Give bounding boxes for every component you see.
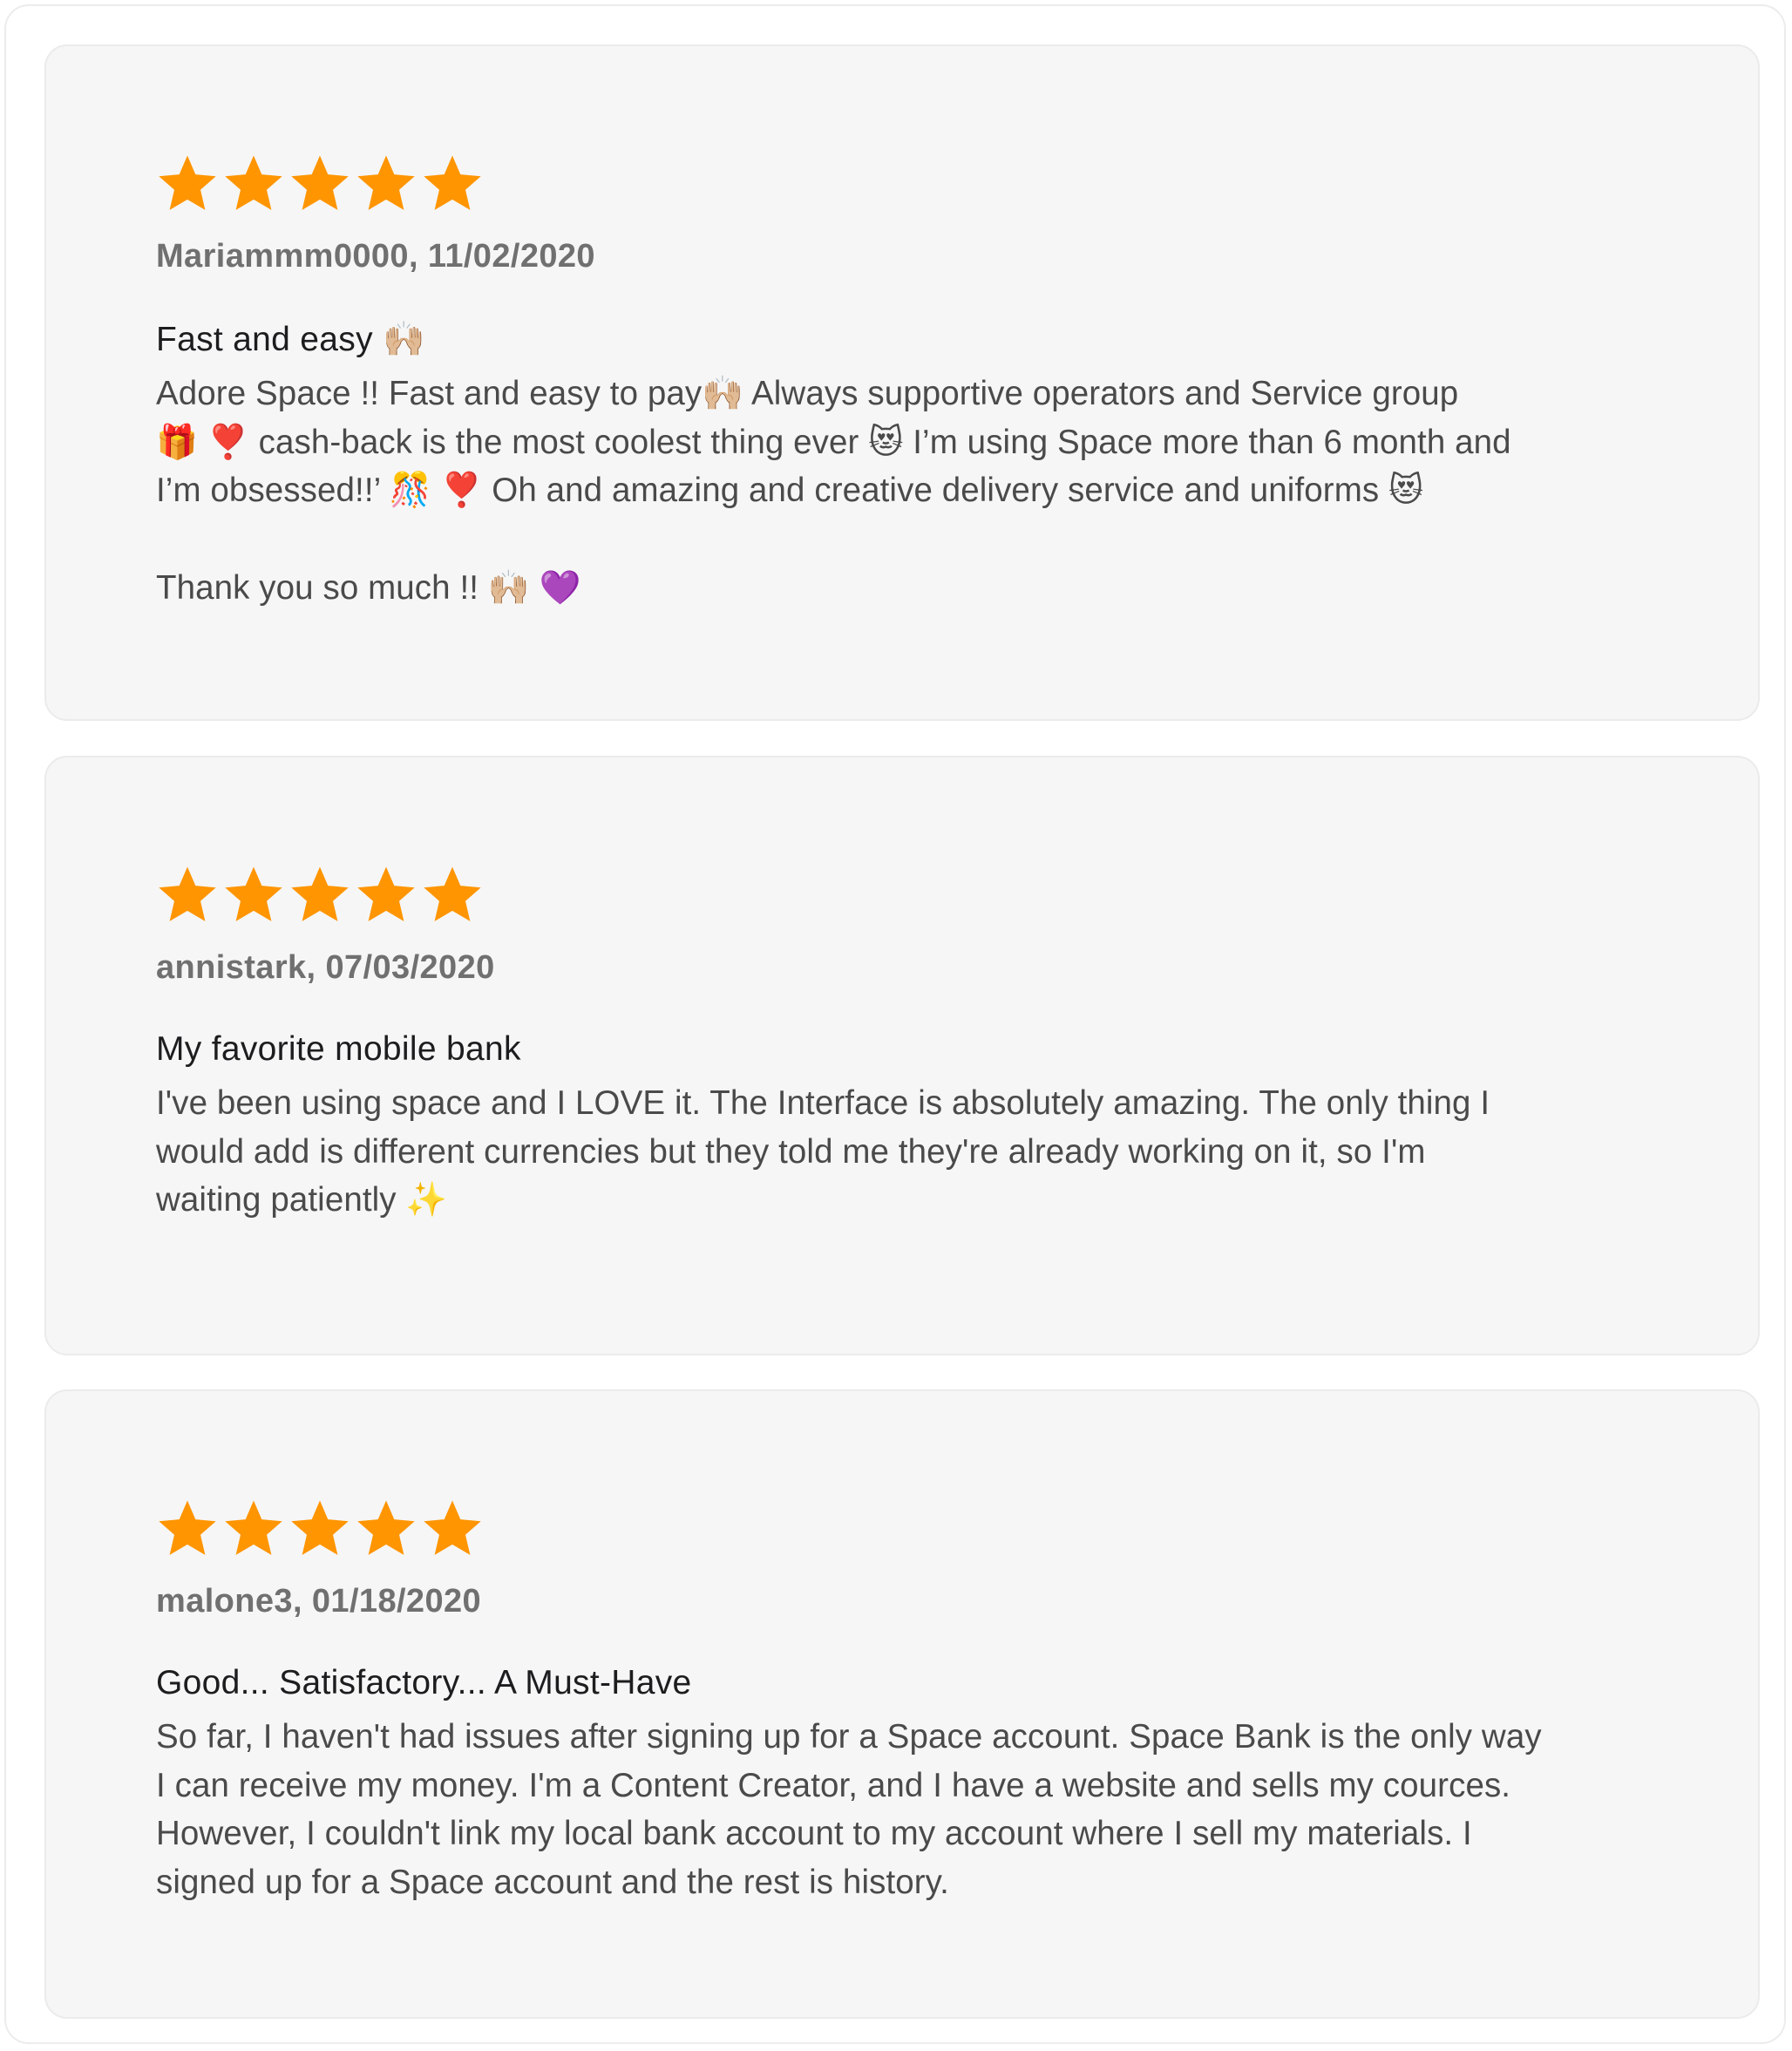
review-body-line: Adore Space !! Fast and easy to pay🙌🏼 Al… <box>156 375 1459 412</box>
star-icon <box>222 151 285 215</box>
star-icon <box>222 1496 285 1560</box>
review-body-line: I can receive my money. I'm a Content Cr… <box>156 1766 1511 1804</box>
review-body-line: 🎁 ❣️ cash-back is the most coolest thing… <box>156 423 1511 461</box>
review-card: Mariammm0000, 11/02/2020 Fast and easy 🙌… <box>44 44 1760 721</box>
star-rating <box>156 1496 1671 1567</box>
star-icon <box>156 862 219 927</box>
star-icon <box>156 151 219 215</box>
star-icon <box>288 862 351 927</box>
review-card: malone3, 01/18/2020 Good... Satisfactory… <box>44 1389 1760 2019</box>
star-icon <box>355 1496 417 1560</box>
star-icon <box>421 1496 484 1560</box>
star-icon <box>421 862 484 927</box>
review-body-line: Thank you so much !! 🙌🏼 💜 <box>156 568 581 607</box>
review-body: Adore Space !! Fast and easy to pay🙌🏼 Al… <box>156 370 1671 612</box>
review-body-line: waiting patiently ✨ <box>156 1181 448 1219</box>
star-icon <box>222 862 285 927</box>
review-author-date: Mariammm0000, 11/02/2020 <box>156 238 595 275</box>
star-icon <box>156 1496 219 1560</box>
star-rating <box>156 151 1671 222</box>
star-icon <box>288 1496 351 1560</box>
review-body-line: So far, I haven't had issues after signi… <box>156 1718 1542 1756</box>
review-title: Fast and easy 🙌🏼 <box>156 321 425 358</box>
review-author-date: malone3, 01/18/2020 <box>156 1583 482 1620</box>
star-icon <box>421 151 484 215</box>
review-card: annistark, 07/03/2020 My favorite mobile… <box>44 756 1760 1355</box>
review-body: I've been using space and I LOVE it. The… <box>156 1079 1671 1225</box>
review-author-date: annistark, 07/03/2020 <box>156 949 495 986</box>
star-icon <box>355 862 417 927</box>
review-title: Good... Satisfactory... A Must-Have <box>156 1664 692 1701</box>
review-body-line: signed up for a Space account and the re… <box>156 1863 949 1901</box>
reviews-panel: Mariammm0000, 11/02/2020 Fast and easy 🙌… <box>4 4 1786 2044</box>
review-title: My favorite mobile bank <box>156 1030 521 1068</box>
star-icon <box>355 151 417 215</box>
review-body: So far, I haven't had issues after signi… <box>156 1713 1671 1906</box>
review-body-line: I've been using space and I LOVE it. The… <box>156 1084 1490 1122</box>
review-body-line: However, I couldn't link my local bank a… <box>156 1815 1472 1852</box>
star-rating <box>156 862 1671 934</box>
review-body-line: would add is different currencies but th… <box>156 1132 1426 1171</box>
review-body-line: I’m obsessed!!’ 🎊 ❣️ Oh and amazing and … <box>156 472 1424 509</box>
star-icon <box>288 151 351 215</box>
